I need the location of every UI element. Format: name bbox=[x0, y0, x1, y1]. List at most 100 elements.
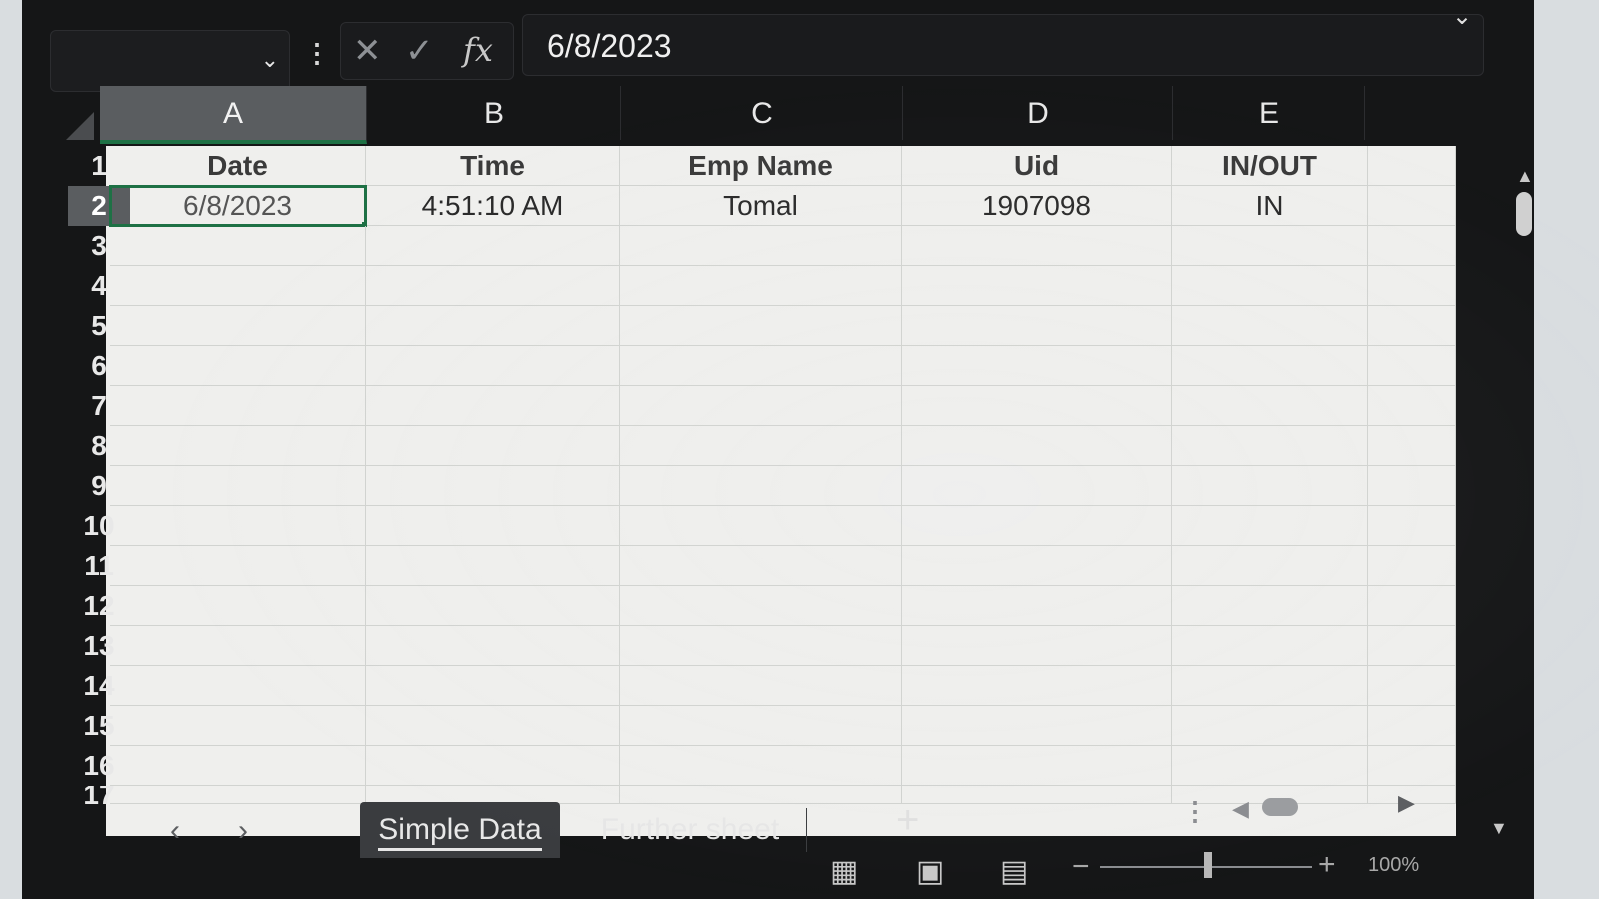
cell-d10[interactable] bbox=[902, 506, 1172, 546]
cell-a4[interactable] bbox=[110, 266, 366, 306]
cell-e13[interactable] bbox=[1172, 626, 1368, 666]
cell-f10[interactable] bbox=[1368, 506, 1456, 546]
select-all-corner[interactable] bbox=[66, 112, 94, 140]
cell-f6[interactable] bbox=[1368, 346, 1456, 386]
cell-d2[interactable]: 1907098 bbox=[902, 186, 1172, 226]
cell-f4[interactable] bbox=[1368, 266, 1456, 306]
cell-a12[interactable] bbox=[110, 586, 366, 626]
page-break-preview-icon[interactable]: ▤ bbox=[1000, 854, 1028, 889]
cell-c13[interactable] bbox=[620, 626, 902, 666]
cell-a16[interactable] bbox=[110, 746, 366, 786]
zoom-out-button[interactable]: − bbox=[1072, 850, 1090, 884]
cell-e7[interactable] bbox=[1172, 386, 1368, 426]
cell-b11[interactable] bbox=[366, 546, 620, 586]
cell-b13[interactable] bbox=[366, 626, 620, 666]
cell-b15[interactable] bbox=[366, 706, 620, 746]
cell-b9[interactable] bbox=[366, 466, 620, 506]
cell-e11[interactable] bbox=[1172, 546, 1368, 586]
cell-f15[interactable] bbox=[1368, 706, 1456, 746]
cell-f11[interactable] bbox=[1368, 546, 1456, 586]
cell-c15[interactable] bbox=[620, 706, 902, 746]
cell-d1[interactable]: Uid bbox=[902, 146, 1172, 186]
cell-c9[interactable] bbox=[620, 466, 902, 506]
cell-d5[interactable] bbox=[902, 306, 1172, 346]
zoom-slider-handle[interactable] bbox=[1204, 852, 1212, 878]
cell-e8[interactable] bbox=[1172, 426, 1368, 466]
cell-d11[interactable] bbox=[902, 546, 1172, 586]
zoom-level[interactable]: 100% bbox=[1368, 854, 1419, 877]
expand-formula-bar-icon[interactable]: ⌄ bbox=[1452, 2, 1472, 31]
cell-d14[interactable] bbox=[902, 666, 1172, 706]
cell-b14[interactable] bbox=[366, 666, 620, 706]
cell-e2[interactable]: IN bbox=[1172, 186, 1368, 226]
cell-d4[interactable] bbox=[902, 266, 1172, 306]
col-header-d[interactable]: D bbox=[904, 86, 1173, 140]
cell-b4[interactable] bbox=[366, 266, 620, 306]
tab-simple-data[interactable]: Simple Data bbox=[360, 802, 560, 858]
cell-b7[interactable] bbox=[366, 386, 620, 426]
cell-e1[interactable]: IN/OUT bbox=[1172, 146, 1368, 186]
cell-b12[interactable] bbox=[366, 586, 620, 626]
cell-f2[interactable] bbox=[1368, 186, 1456, 226]
cell-f16[interactable] bbox=[1368, 746, 1456, 786]
cell-c14[interactable] bbox=[620, 666, 902, 706]
cell-c10[interactable] bbox=[620, 506, 902, 546]
col-header-c[interactable]: C bbox=[622, 86, 903, 140]
cell-b6[interactable] bbox=[366, 346, 620, 386]
scroll-thumb[interactable] bbox=[1516, 192, 1532, 236]
page-layout-icon[interactable]: ▣ bbox=[916, 854, 944, 889]
cell-d7[interactable] bbox=[902, 386, 1172, 426]
cell-a9[interactable] bbox=[110, 466, 366, 506]
normal-view-icon[interactable]: ▦ bbox=[830, 854, 858, 889]
cell-a6[interactable] bbox=[110, 346, 366, 386]
cell-b3[interactable] bbox=[366, 226, 620, 266]
col-header-b[interactable]: B bbox=[368, 86, 621, 140]
cell-f14[interactable] bbox=[1368, 666, 1456, 706]
cell-b2[interactable]: 4:51:10 AM bbox=[366, 186, 620, 226]
tab-further-sheet[interactable]: Further sheet bbox=[590, 802, 790, 858]
cell-a7[interactable] bbox=[110, 386, 366, 426]
scroll-left-icon[interactable]: ◀ bbox=[1232, 796, 1249, 822]
cell-e5[interactable] bbox=[1172, 306, 1368, 346]
cell-e3[interactable] bbox=[1172, 226, 1368, 266]
cell-f12[interactable] bbox=[1368, 586, 1456, 626]
cell-f5[interactable] bbox=[1368, 306, 1456, 346]
cell-f8[interactable] bbox=[1368, 426, 1456, 466]
cell-d9[interactable] bbox=[902, 466, 1172, 506]
cell-f3[interactable] bbox=[1368, 226, 1456, 266]
cell-e9[interactable] bbox=[1172, 466, 1368, 506]
cell-f1[interactable] bbox=[1368, 146, 1456, 186]
cell-a15[interactable] bbox=[110, 706, 366, 746]
check-icon[interactable]: ✓ bbox=[405, 31, 434, 71]
cell-d8[interactable] bbox=[902, 426, 1172, 466]
cell-e14[interactable] bbox=[1172, 666, 1368, 706]
cell-a14[interactable] bbox=[110, 666, 366, 706]
more-options-icon[interactable]: ⋮ bbox=[304, 38, 330, 69]
cell-d13[interactable] bbox=[902, 626, 1172, 666]
cell-a8[interactable] bbox=[110, 426, 366, 466]
cell-c1[interactable]: Emp Name bbox=[620, 146, 902, 186]
cell-d12[interactable] bbox=[902, 586, 1172, 626]
scroll-right-icon[interactable]: ▶ bbox=[1398, 790, 1415, 816]
cell-e6[interactable] bbox=[1172, 346, 1368, 386]
cell-a13[interactable] bbox=[110, 626, 366, 666]
cell-f9[interactable] bbox=[1368, 466, 1456, 506]
next-sheet-icon[interactable]: › bbox=[238, 814, 248, 848]
cell-e4[interactable] bbox=[1172, 266, 1368, 306]
cell-f13[interactable] bbox=[1368, 626, 1456, 666]
name-box[interactable]: ⌄ bbox=[50, 30, 290, 92]
cell-d16[interactable] bbox=[902, 746, 1172, 786]
cell-a2[interactable]: 6/8/2023 bbox=[109, 185, 367, 227]
add-sheet-button[interactable]: + bbox=[896, 798, 919, 843]
col-header-e[interactable]: E bbox=[1174, 86, 1365, 140]
cell-d3[interactable] bbox=[902, 226, 1172, 266]
cell-a5[interactable] bbox=[110, 306, 366, 346]
col-header-a[interactable]: A bbox=[100, 86, 367, 144]
cell-e12[interactable] bbox=[1172, 586, 1368, 626]
chevron-down-icon[interactable]: ⌄ bbox=[261, 47, 279, 73]
cell-c3[interactable] bbox=[620, 226, 902, 266]
cell-c4[interactable] bbox=[620, 266, 902, 306]
vertical-scrollbar[interactable]: ▲ ▼ bbox=[1490, 166, 1534, 846]
cell-c8[interactable] bbox=[620, 426, 902, 466]
cell-c11[interactable] bbox=[620, 546, 902, 586]
